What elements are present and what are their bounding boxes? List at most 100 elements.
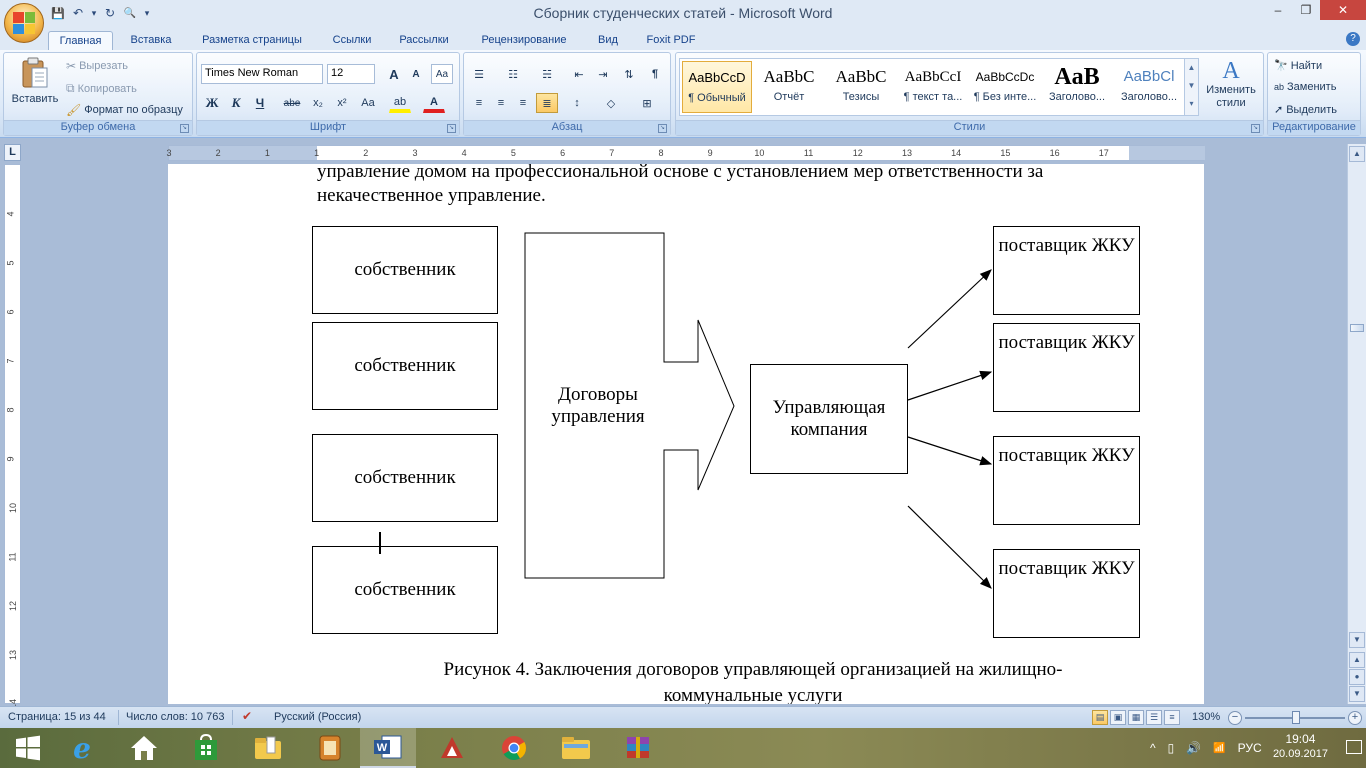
styles-launcher-icon[interactable]: ↘	[1251, 124, 1260, 133]
document-area[interactable]: управление домом на профессиональной осн…	[22, 164, 1347, 704]
word-count[interactable]: Число слов: 10 763	[126, 711, 224, 723]
tab-references[interactable]: Ссылки	[322, 31, 382, 50]
style-item-heading2[interactable]: AaBbCl Заголово...	[1114, 61, 1184, 113]
minimize-button[interactable]: –	[1264, 0, 1292, 20]
tab-review[interactable]: Рецензирование	[468, 31, 580, 50]
font-name-input[interactable]: Times New Roman	[201, 64, 323, 84]
tab-foxit-pdf[interactable]: Foxit PDF	[636, 31, 706, 50]
chrome-icon[interactable]	[486, 728, 542, 768]
paragraph-launcher-icon[interactable]: ↘	[658, 124, 667, 133]
style-item-normal[interactable]: AaBbCcD ¶ Обычный	[682, 61, 752, 113]
font-launcher-icon[interactable]: ↘	[447, 124, 456, 133]
tray-expand-icon[interactable]: ^	[1150, 741, 1156, 755]
format-painter-button[interactable]: 🖌 Формат по образцу	[66, 103, 183, 117]
tab-home[interactable]: Главная	[48, 31, 113, 50]
close-button[interactable]: ✕	[1320, 0, 1366, 20]
next-page-icon[interactable]: ▼	[1349, 686, 1365, 702]
start-button[interactable]	[0, 728, 56, 768]
pdf-app-icon[interactable]	[424, 728, 480, 768]
italic-button[interactable]: К	[225, 93, 247, 113]
supplier-box-4[interactable]: поставщик ЖКУ	[993, 549, 1140, 638]
vertical-ruler[interactable]: 4 5 6 7 8 9 10 11 12 13 14	[4, 164, 21, 709]
align-left-icon[interactable]: ≡	[468, 93, 490, 113]
folder-icon[interactable]	[548, 728, 604, 768]
superscript-button[interactable]: x²	[331, 93, 353, 113]
winrar-icon[interactable]	[610, 728, 666, 768]
volume-icon[interactable]: 🔊	[1186, 741, 1201, 755]
align-right-icon[interactable]: ≡	[512, 93, 534, 113]
print-layout-view-icon[interactable]: ▤	[1092, 710, 1108, 725]
decrease-indent-icon[interactable]: ⇤	[568, 64, 590, 84]
increase-indent-icon[interactable]: ⇥	[592, 64, 614, 84]
battery-icon[interactable]: ▯	[1168, 741, 1175, 755]
borders-icon[interactable]: ⊞	[636, 93, 658, 113]
style-item-heading1[interactable]: AaB Заголово...	[1042, 61, 1112, 113]
home-icon[interactable]	[116, 728, 172, 768]
bold-button[interactable]: Ж	[201, 93, 223, 113]
help-icon[interactable]: ?	[1346, 32, 1360, 46]
style-item-no-spacing[interactable]: AaBbCcDc ¶ Без инте...	[970, 61, 1040, 113]
owner-box-3[interactable]: собственник	[312, 434, 498, 522]
grow-font-button[interactable]: A	[383, 64, 405, 84]
tab-selector[interactable]: L	[4, 144, 21, 161]
style-item-text[interactable]: AaBbCcI ¶ текст та...	[898, 61, 968, 113]
draft-view-icon[interactable]: ≡	[1164, 710, 1180, 725]
strikethrough-button[interactable]: abe	[281, 93, 303, 113]
tab-page-layout[interactable]: Разметка страницы	[190, 31, 314, 50]
tab-mailings[interactable]: Рассылки	[390, 31, 458, 50]
zoom-slider-thumb[interactable]	[1292, 711, 1300, 724]
numbering-icon[interactable]: ☷	[502, 64, 524, 84]
sort-icon[interactable]: ⇅	[618, 64, 640, 84]
supplier-box-1[interactable]: поставщик ЖКУ	[993, 226, 1140, 315]
zoom-in-icon[interactable]: +	[1348, 711, 1362, 725]
input-language[interactable]: РУС	[1238, 741, 1262, 755]
cut-button[interactable]: ✂ Вырезать	[66, 59, 128, 73]
style-item-report[interactable]: AaBbC Отчёт	[754, 61, 824, 113]
align-center-icon[interactable]: ≡	[490, 93, 512, 113]
zoom-out-icon[interactable]: −	[1228, 711, 1242, 725]
full-screen-view-icon[interactable]: ▣	[1110, 710, 1126, 725]
paste-button[interactable]: Вставить	[8, 57, 62, 105]
action-center-icon[interactable]	[1346, 740, 1362, 754]
scroll-down-icon[interactable]: ▼	[1349, 632, 1365, 648]
highlight-button[interactable]: ab	[389, 93, 411, 113]
browse-object-icon[interactable]: ●	[1349, 669, 1365, 685]
show-formatting-button[interactable]: ¶	[644, 64, 666, 84]
supplier-box-3[interactable]: поставщик ЖКУ	[993, 436, 1140, 525]
style-item-theses[interactable]: AaBbC Тезисы	[826, 61, 896, 113]
gallery-scroll[interactable]: ▲ ▼ ▾	[1184, 59, 1198, 115]
zoom-level[interactable]: 130%	[1192, 711, 1220, 723]
select-button[interactable]: ➚ Выделить	[1274, 103, 1337, 117]
owner-box-1[interactable]: собственник	[312, 226, 498, 314]
tab-view[interactable]: Вид	[588, 31, 628, 50]
horizontal-ruler[interactable]: 3 2 1 1 2 3 4 5 6 7 8 9 10 11 12 13 14 15 16 17	[166, 145, 1205, 161]
office-button[interactable]	[4, 3, 44, 43]
previous-page-icon[interactable]: ▲	[1349, 652, 1365, 668]
internet-explorer-icon[interactable]: e	[54, 728, 110, 768]
justify-icon[interactable]: ≣	[536, 93, 558, 113]
outline-view-icon[interactable]: ☰	[1146, 710, 1162, 725]
copy-button[interactable]: ⧉ Копировать	[66, 81, 137, 96]
file-explorer-pin-icon[interactable]	[240, 728, 296, 768]
multilevel-list-icon[interactable]: ☵	[536, 64, 558, 84]
change-styles-button[interactable]: A Изменить стили	[1202, 58, 1260, 110]
font-color-button[interactable]: A	[423, 93, 445, 113]
word-taskbar-icon[interactable]: W	[360, 728, 416, 768]
clear-format-button[interactable]: Aa	[431, 64, 453, 84]
owner-box-2[interactable]: собственник	[312, 322, 498, 410]
scroll-thumb[interactable]	[1350, 324, 1364, 332]
tab-insert[interactable]: Вставка	[120, 31, 182, 50]
clock[interactable]: 19:04 20.09.2017	[1273, 732, 1328, 762]
change-case-button[interactable]: Aa	[357, 93, 379, 113]
maximize-button[interactable]: ❐	[1292, 0, 1320, 20]
scroll-up-icon[interactable]: ▲	[1349, 146, 1365, 162]
line-spacing-icon[interactable]: ↕	[566, 93, 588, 113]
subscript-button[interactable]: x₂	[307, 93, 329, 113]
vertical-scrollbar[interactable]: ▲ ▼ ▲ ● ▼	[1347, 144, 1366, 704]
web-layout-view-icon[interactable]: ▦	[1128, 710, 1144, 725]
language-status[interactable]: Русский (Россия)	[274, 711, 361, 723]
find-button[interactable]: 🔭 Найти	[1274, 59, 1322, 73]
supplier-box-2[interactable]: поставщик ЖКУ	[993, 323, 1140, 412]
replace-button[interactable]: ab Заменить	[1274, 81, 1336, 93]
shading-icon[interactable]: ◇	[600, 93, 622, 113]
